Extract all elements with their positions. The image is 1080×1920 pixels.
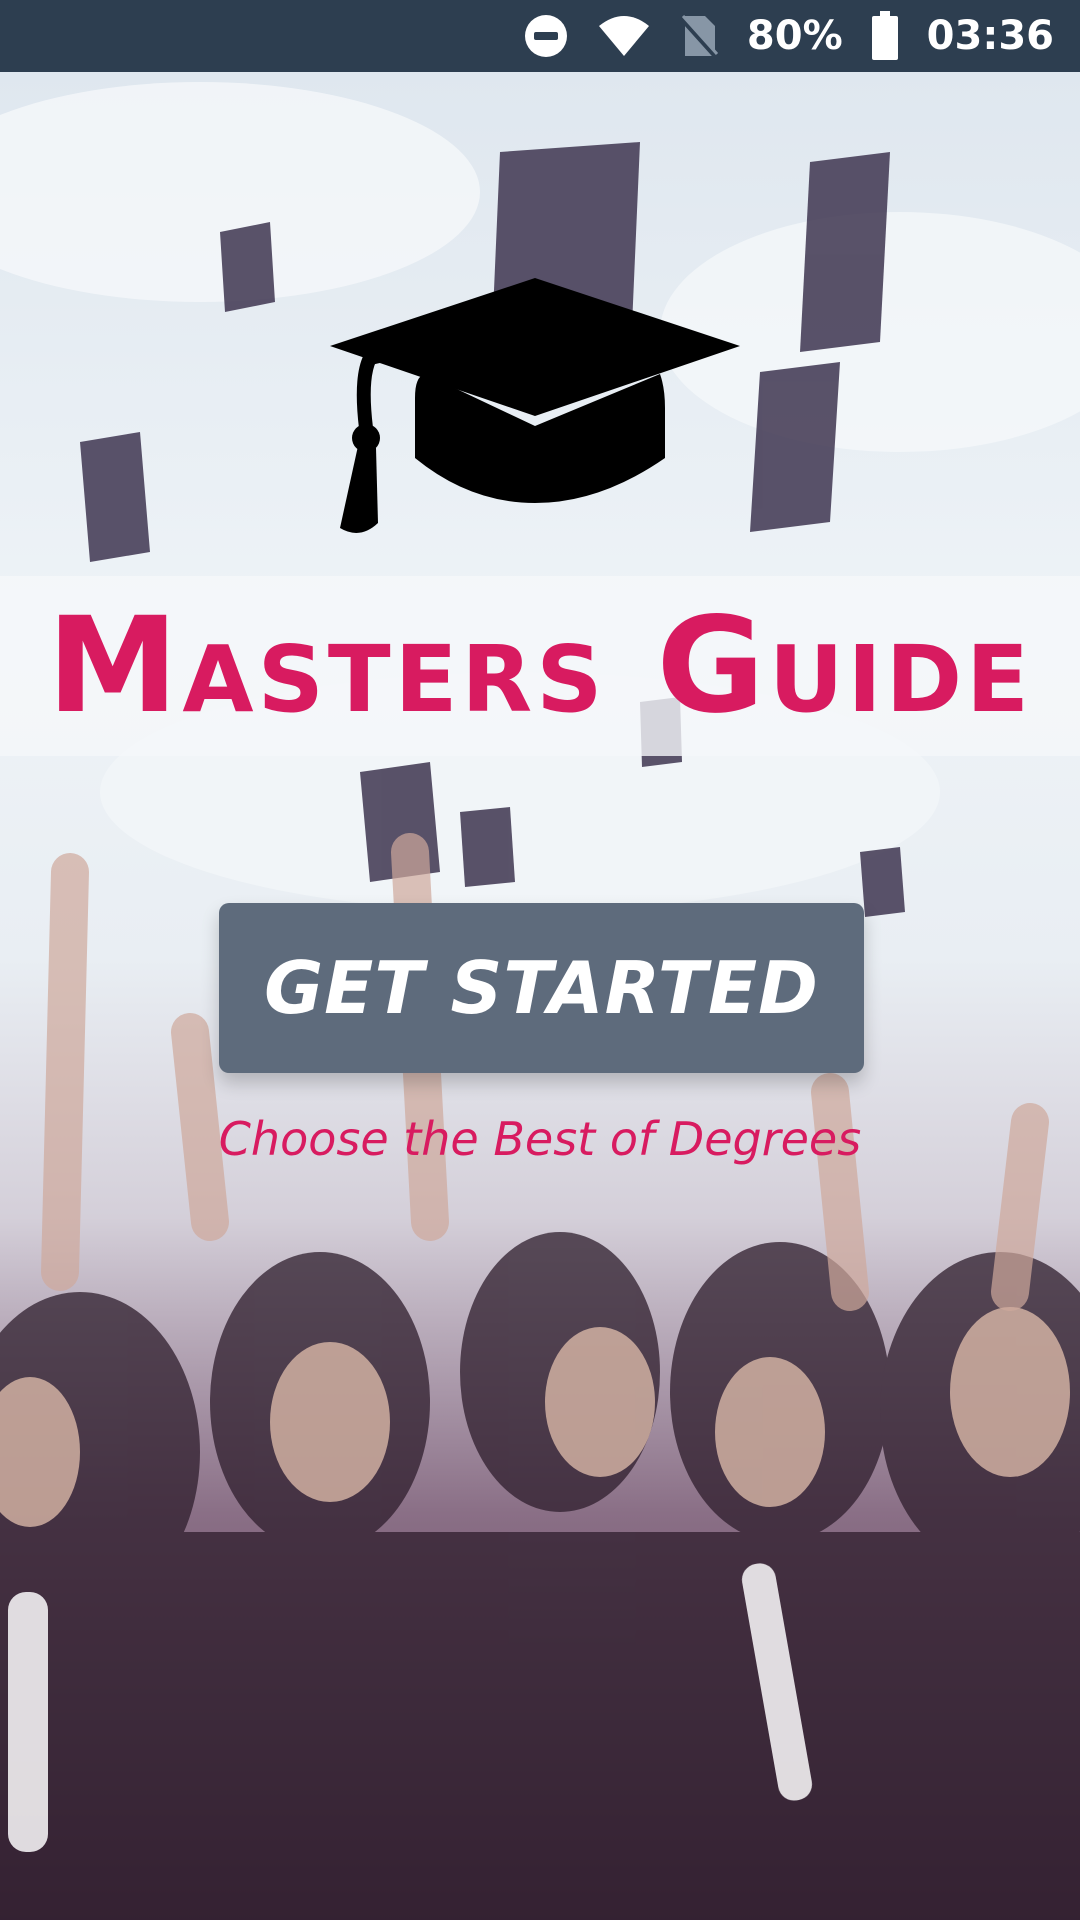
do-not-disturb-icon	[523, 13, 569, 59]
clock: 03:36	[926, 13, 1054, 59]
tagline: Choose the Best of Degrees	[218, 1112, 862, 1166]
status-bar: 80% 03:36	[0, 0, 1080, 72]
no-sim-icon	[679, 12, 719, 60]
graduation-cap-icon	[330, 278, 740, 568]
app-title: Masters Guide	[47, 589, 1033, 743]
wifi-icon	[597, 14, 651, 58]
title-band: Masters Guide	[0, 576, 1080, 756]
battery-icon	[871, 11, 899, 61]
battery-percent: 80%	[746, 13, 843, 59]
get-started-button[interactable]: GET STARTED	[219, 903, 864, 1073]
